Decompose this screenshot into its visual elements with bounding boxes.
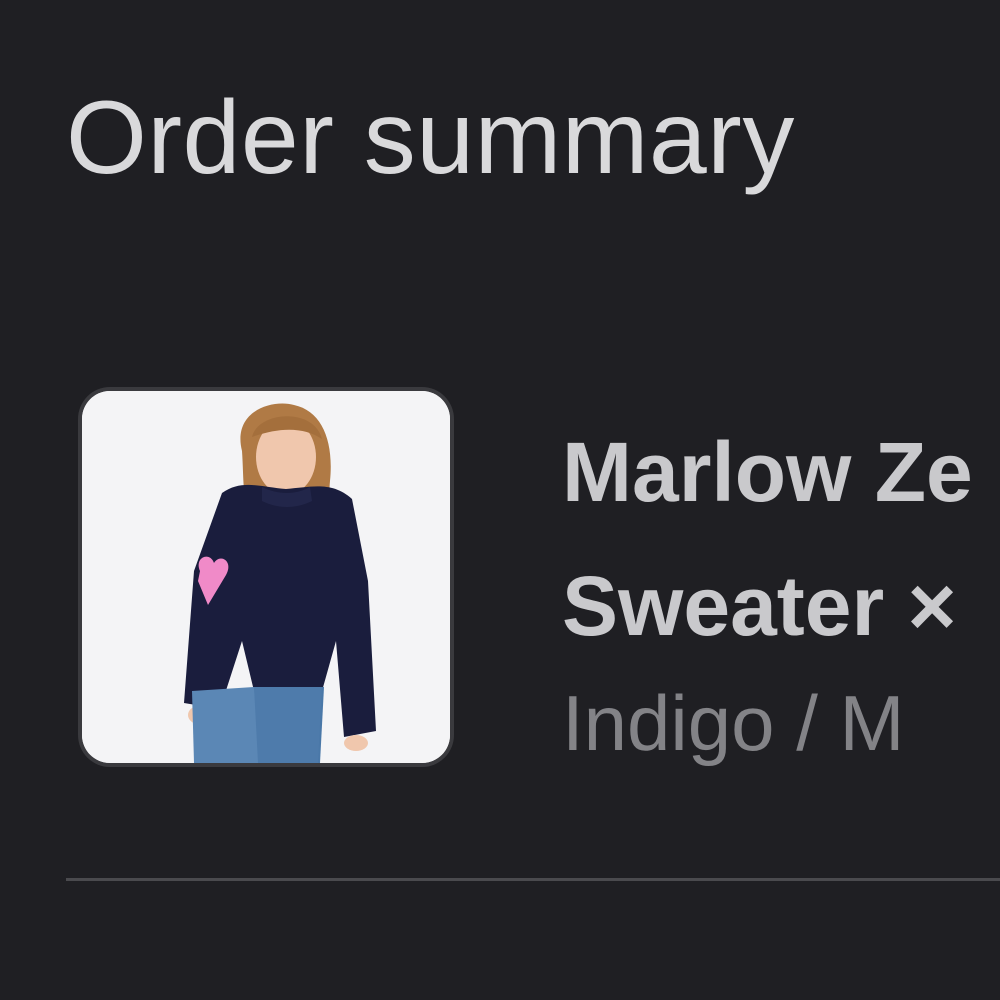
page-title: Order summary xyxy=(66,80,795,196)
divider xyxy=(66,878,1000,881)
product-name[interactable]: Marlow Ze Sweater × xyxy=(562,405,1000,673)
order-summary-panel: Order summary Marlow Ze Sweater × Indigo… xyxy=(0,0,1000,1000)
product-name-line-1: Marlow Ze xyxy=(562,425,973,519)
product-variant: Indigo / M xyxy=(562,679,905,767)
product-photo-sweater-icon xyxy=(82,391,450,763)
product-thumbnail[interactable] xyxy=(82,391,450,763)
product-name-line-2: Sweater × xyxy=(562,559,957,653)
